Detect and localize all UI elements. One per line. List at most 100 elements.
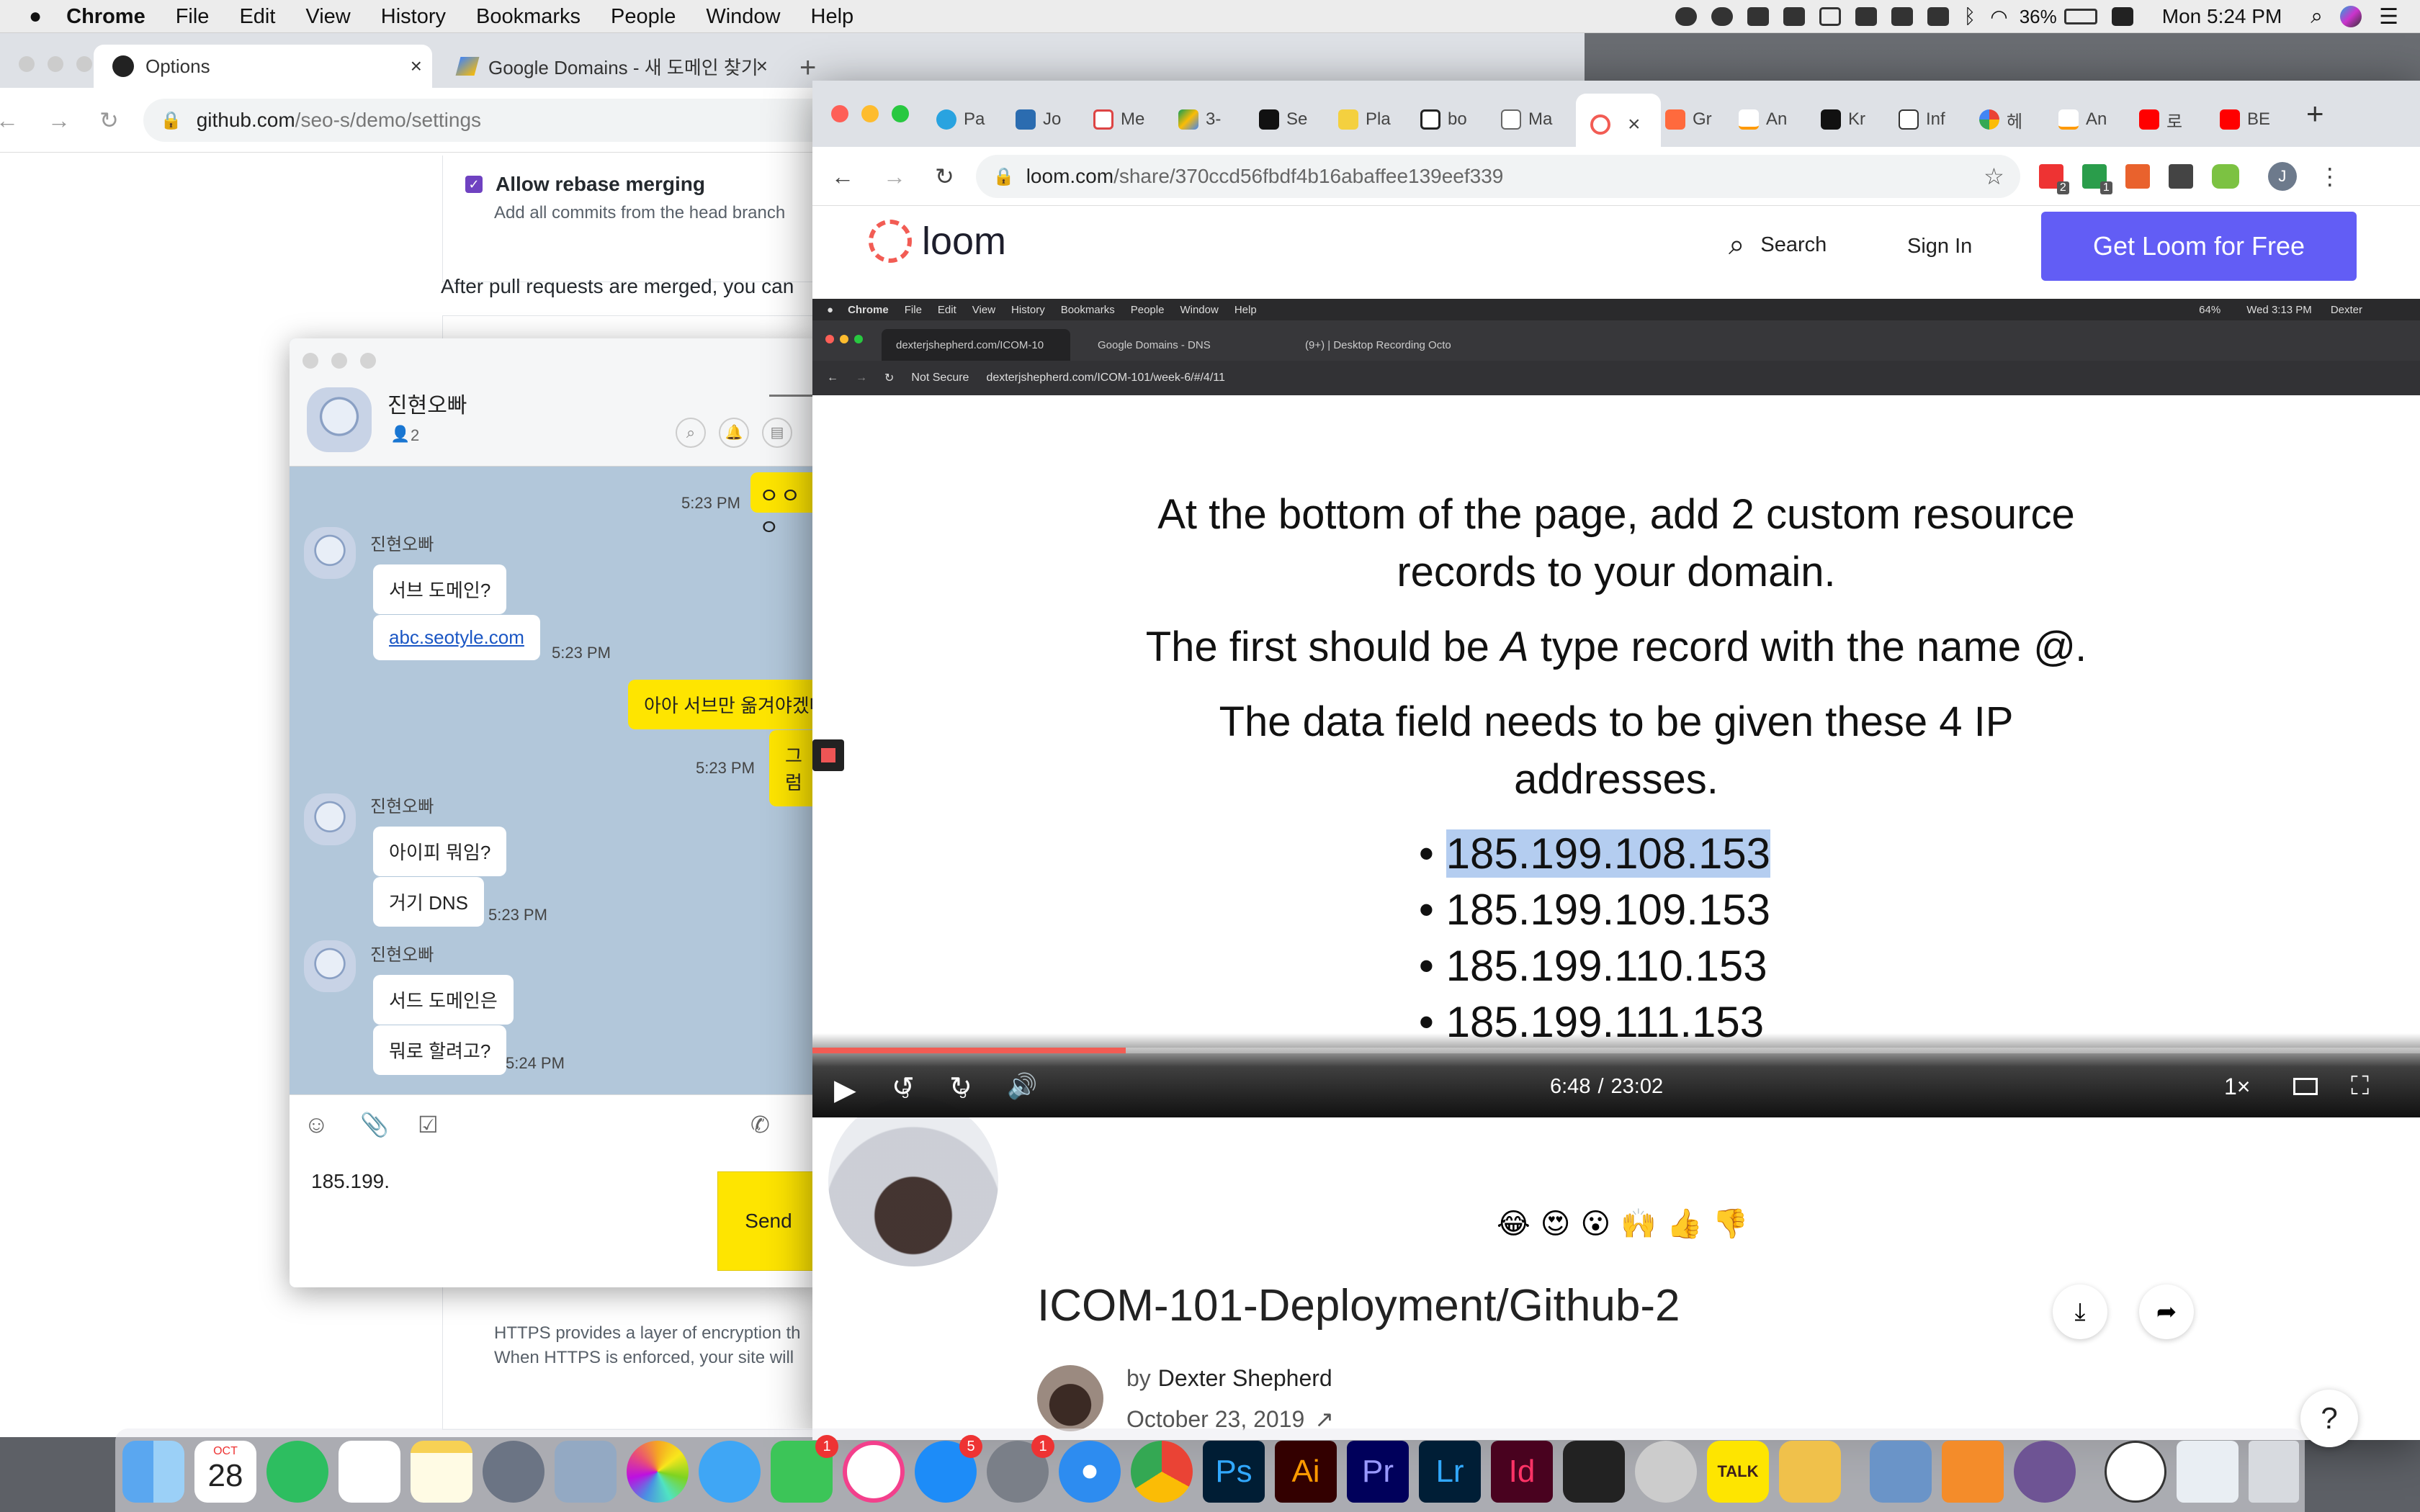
input-source-icon[interactable]: [2111, 7, 2133, 26]
menu-tray-icon[interactable]: [1783, 7, 1806, 26]
indesign-icon[interactable]: Id: [1491, 1441, 1553, 1503]
close-tab-icon[interactable]: ×: [1628, 112, 1641, 137]
extension-icon[interactable]: 1: [2081, 164, 2112, 194]
menu-help[interactable]: Help: [811, 5, 854, 29]
loom-search[interactable]: ⌕ Search: [1729, 229, 1827, 261]
tab[interactable]: 헤: [1979, 99, 2022, 140]
safari-icon[interactable]: [1059, 1441, 1121, 1503]
wifi-icon[interactable]: ◠: [1990, 5, 2007, 29]
progress-track[interactable]: [812, 1048, 2420, 1053]
close-window-button[interactable]: [19, 56, 35, 72]
loom-logo[interactable]: loom: [869, 219, 1006, 264]
slack-icon[interactable]: [1779, 1441, 1841, 1503]
creative-cloud-tray-icon[interactable]: [1711, 7, 1734, 26]
skip-forward-icon[interactable]: ↻ 5: [949, 1071, 972, 1103]
chrome-icon[interactable]: [1131, 1441, 1193, 1503]
chat-link-bubble[interactable]: abc.seotyle.com: [373, 615, 540, 660]
chrome-menu-icon[interactable]: ⋮: [2318, 163, 2341, 190]
bluetooth-icon[interactable]: ᛒ: [1963, 5, 1976, 28]
clock[interactable]: Mon 5:24 PM: [2162, 5, 2282, 28]
final-cut-icon[interactable]: [1563, 1441, 1625, 1503]
lightroom-icon[interactable]: Lr: [1419, 1441, 1481, 1503]
evernote-icon[interactable]: [266, 1441, 328, 1503]
inbox-icon[interactable]: ▤: [762, 418, 792, 448]
rebase-checkbox[interactable]: ✓: [465, 176, 483, 193]
screen-recorder-icon[interactable]: [2105, 1441, 2166, 1503]
back-icon[interactable]: ←: [0, 107, 19, 134]
finder-icon[interactable]: [122, 1441, 184, 1503]
screen-tray-icon[interactable]: [1891, 7, 1914, 26]
menu-window[interactable]: Window: [706, 5, 780, 29]
battery-icon[interactable]: [2063, 9, 2097, 24]
tab[interactable]: Pa: [936, 99, 985, 140]
menu-bookmarks[interactable]: Bookmarks: [476, 5, 581, 29]
messages-tray-icon[interactable]: [1675, 7, 1698, 26]
tab[interactable]: Jo: [1016, 99, 1061, 140]
zoom-window-button[interactable]: [360, 353, 376, 369]
tab[interactable]: BE: [2220, 99, 2270, 140]
minimize-window-button[interactable]: [48, 56, 63, 72]
reminders-icon[interactable]: [339, 1441, 400, 1503]
apple-icon[interactable]: ●: [29, 4, 42, 29]
sender-avatar[interactable]: [304, 793, 356, 845]
send-button[interactable]: Send: [717, 1171, 820, 1271]
airplay-icon[interactable]: [1927, 7, 1950, 26]
chat-bubble-in[interactable]: 뭐로 할려고?: [373, 1025, 507, 1075]
bookmark-star-icon[interactable]: ☆: [1984, 163, 2004, 190]
close-tab-icon[interactable]: ×: [411, 55, 422, 78]
extension-icon[interactable]: [2125, 164, 2150, 189]
premiere-icon[interactable]: Pr: [1347, 1441, 1409, 1503]
new-tab-button[interactable]: +: [799, 52, 816, 84]
messages-icon[interactable]: [699, 1441, 761, 1503]
reload-icon[interactable]: ↻: [99, 107, 119, 134]
menu-edit[interactable]: Edit: [239, 5, 275, 29]
minimize-window-button[interactable]: [331, 353, 347, 369]
illustrator-icon[interactable]: Ai: [1275, 1441, 1337, 1503]
address-bar[interactable]: 🔒 loom.com /share/370ccd56fbdf4b16abaffe…: [975, 155, 2020, 198]
trash-icon[interactable]: [2249, 1441, 2299, 1503]
zoom-window-button[interactable]: [892, 105, 909, 122]
reaction-love[interactable]: 😍: [1541, 1207, 1571, 1241]
tab[interactable]: Kr: [1821, 99, 1865, 140]
skip-back-icon[interactable]: ↺ 5: [892, 1071, 915, 1103]
zoom-window-button[interactable]: [76, 56, 92, 72]
chat-bubble-in[interactable]: 서브 도메인?: [373, 564, 507, 614]
tab[interactable]: 로: [2139, 99, 2182, 140]
reload-icon[interactable]: ↻: [935, 163, 954, 190]
cursor-tray-icon[interactable]: [1855, 7, 1878, 26]
menu-history[interactable]: History: [381, 5, 446, 29]
author-name[interactable]: Dexter Shepherd: [1158, 1365, 1332, 1392]
system-preferences-icon[interactable]: 1: [987, 1435, 1054, 1503]
spotlight-icon[interactable]: ⌕: [2311, 4, 2323, 29]
share-button[interactable]: ➦: [2139, 1284, 2194, 1339]
app-store-icon[interactable]: 5: [915, 1435, 982, 1503]
tab[interactable]: Ma: [1501, 99, 1552, 140]
sender-avatar[interactable]: [304, 527, 356, 579]
emoticon-icon[interactable]: ☺: [304, 1111, 329, 1139]
search-icon[interactable]: ⌕: [676, 418, 706, 448]
tab[interactable]: An: [2058, 99, 2107, 140]
reaction-laugh[interactable]: 😂: [1497, 1207, 1531, 1241]
close-tab-icon[interactable]: ×: [756, 55, 768, 78]
download-button[interactable]: ⤓: [2053, 1284, 2107, 1339]
message-link[interactable]: abc.seotyle.com: [389, 626, 524, 648]
play-icon[interactable]: ▶: [834, 1074, 856, 1107]
minimize-window-button[interactable]: [861, 105, 879, 122]
notification-bell-icon[interactable]: 🔔: [719, 418, 749, 448]
schedule-icon[interactable]: ☑: [418, 1111, 439, 1138]
folder-icon[interactable]: [2177, 1441, 2238, 1503]
close-window-button[interactable]: [302, 353, 318, 369]
photos-icon[interactable]: [627, 1441, 689, 1503]
close-window-button[interactable]: [831, 105, 848, 122]
notification-center-icon[interactable]: ☰: [2379, 4, 2398, 30]
room-avatar[interactable]: [307, 387, 372, 452]
notes-icon[interactable]: [411, 1441, 472, 1503]
fullscreen-icon[interactable]: ⛶: [2351, 1071, 2369, 1102]
chat-bubble-in[interactable]: 서드 도메인은: [373, 975, 514, 1025]
chat-bubble-in[interactable]: 거기 DNS: [373, 877, 484, 927]
image-capture-icon[interactable]: [1870, 1441, 1932, 1503]
playback-speed[interactable]: 1×: [2224, 1074, 2250, 1100]
menu-file[interactable]: File: [176, 5, 210, 29]
kakaotalk-icon[interactable]: TALK: [1707, 1441, 1769, 1503]
launchpad-icon[interactable]: [483, 1441, 544, 1503]
